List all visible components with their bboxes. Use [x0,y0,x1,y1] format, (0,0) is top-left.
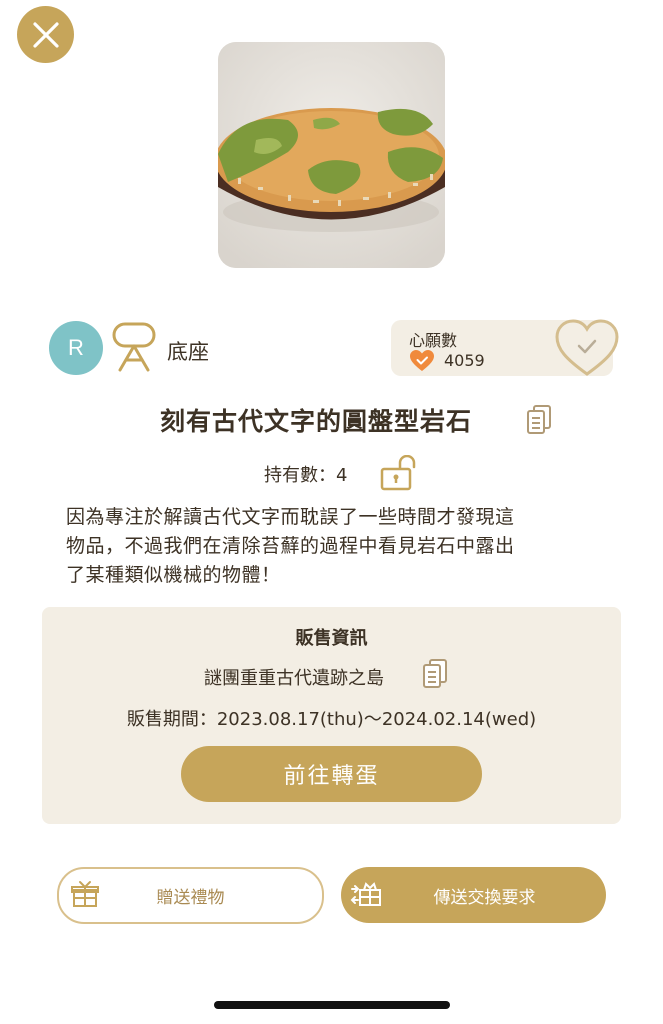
copy-icon[interactable] [423,659,447,689]
description-line: 了某種類似機械的物體！ [66,564,281,586]
send-gift-label: 贈送禮物 [156,888,225,908]
wish-title: 心願數 [409,331,458,350]
copy-icon[interactable] [527,405,551,435]
home-indicator[interactable] [214,1001,450,1009]
heart-check-icon [410,350,434,371]
wish-count: 4059 [444,351,485,370]
item-image [218,42,445,268]
close-button[interactable] [17,6,74,63]
go-to-gacha-button[interactable]: 前往轉蛋 [181,746,482,802]
owned-count: 持有數：4 [264,465,348,486]
sales-location: 謎團重重古代遺跡之島 [204,668,384,689]
sales-info-title: 販售資訊 [295,628,368,649]
pedestal-category-icon [112,322,156,372]
unlock-icon[interactable] [380,455,418,491]
item-title: 刻有古代文字的圓盤型岩石 [160,407,473,436]
description-line: 物品，不過我們在清除苔蘚的過程中看見岩石中露出 [66,535,515,557]
send-trade-request-label: 傳送交換要求 [433,887,536,908]
rarity-badge: R [49,321,103,375]
item-description: 因為專注於解讀古代文字而耽誤了一些時間才發現這 物品，不過我們在清除苔蘚的過程中… [66,503,566,590]
category-label: 底座 [167,340,209,364]
sales-period: 販售期間：2023.08.17(thu)～2024.02.14(wed) [126,709,537,730]
description-line: 因為專注於解讀古代文字而耽誤了一些時間才發現這 [66,506,515,528]
close-icon [32,21,59,48]
wish-heart-button[interactable] [554,318,620,378]
